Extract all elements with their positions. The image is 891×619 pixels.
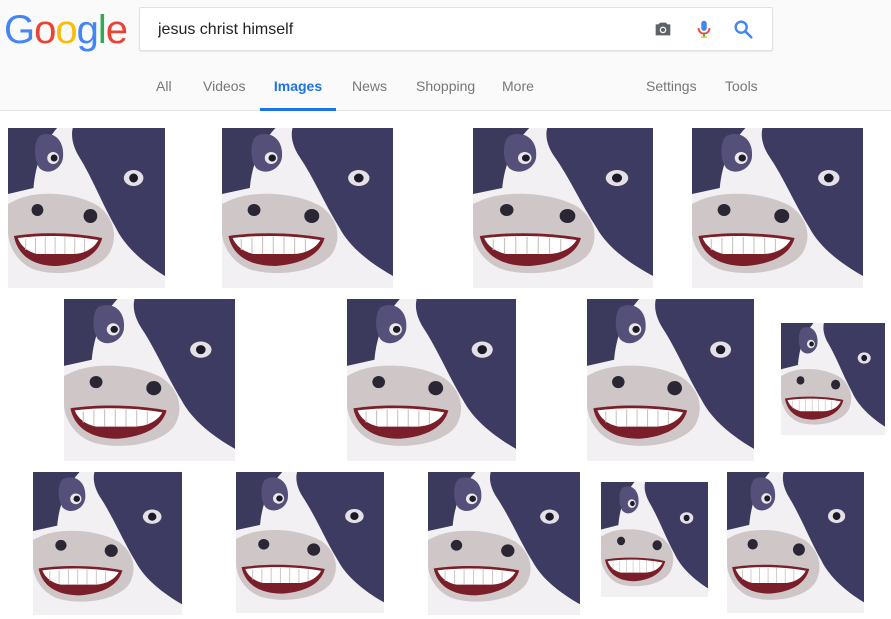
cow-thumbnail xyxy=(587,299,754,461)
logo-letter: g xyxy=(76,8,99,52)
tab-shopping[interactable]: Shopping xyxy=(416,70,475,108)
image-result[interactable] xyxy=(347,299,516,461)
image-result[interactable] xyxy=(473,128,653,288)
logo-letter: o xyxy=(34,8,56,52)
image-result[interactable] xyxy=(781,323,885,435)
tab-more[interactable]: More xyxy=(502,70,534,108)
cow-thumbnail xyxy=(601,482,708,597)
image-result[interactable] xyxy=(64,299,235,461)
camera-icon[interactable] xyxy=(652,18,674,40)
cow-thumbnail xyxy=(347,299,516,461)
cow-thumbnail xyxy=(727,472,864,613)
cow-thumbnail xyxy=(692,128,863,288)
cow-thumbnail xyxy=(473,128,653,288)
logo-letter: l xyxy=(97,8,107,52)
image-result[interactable] xyxy=(33,472,182,615)
tab-tools[interactable]: Tools xyxy=(725,70,758,108)
tab-images[interactable]: Images xyxy=(260,70,336,111)
image-result[interactable] xyxy=(428,472,580,615)
tab-settings[interactable]: Settings xyxy=(646,70,697,108)
cow-thumbnail xyxy=(33,472,182,615)
cow-thumbnail xyxy=(236,472,384,613)
cow-thumbnail xyxy=(64,299,235,461)
logo-letter: o xyxy=(55,8,77,52)
image-result[interactable] xyxy=(222,128,393,288)
search-icon[interactable] xyxy=(732,18,754,40)
cow-thumbnail xyxy=(222,128,393,288)
image-result[interactable] xyxy=(587,299,754,461)
search-input[interactable] xyxy=(156,8,640,52)
search-header: Google All Videos Images News Shopping M… xyxy=(0,0,891,111)
image-results-grid xyxy=(0,111,891,619)
microphone-icon[interactable] xyxy=(693,18,715,40)
google-logo[interactable]: Google xyxy=(4,8,128,52)
tab-all[interactable]: All xyxy=(156,70,172,108)
tab-news[interactable]: News xyxy=(352,70,387,108)
image-result[interactable] xyxy=(692,128,863,288)
tab-videos[interactable]: Videos xyxy=(203,70,246,108)
cow-thumbnail xyxy=(781,323,885,435)
image-result[interactable] xyxy=(236,472,384,613)
cow-thumbnail xyxy=(428,472,580,615)
search-box xyxy=(139,7,773,52)
image-result[interactable] xyxy=(727,472,864,613)
logo-letter: G xyxy=(4,8,35,52)
cow-thumbnail xyxy=(8,128,165,288)
image-result[interactable] xyxy=(601,482,708,597)
image-result[interactable] xyxy=(8,128,165,288)
logo-letter: e xyxy=(105,8,128,52)
